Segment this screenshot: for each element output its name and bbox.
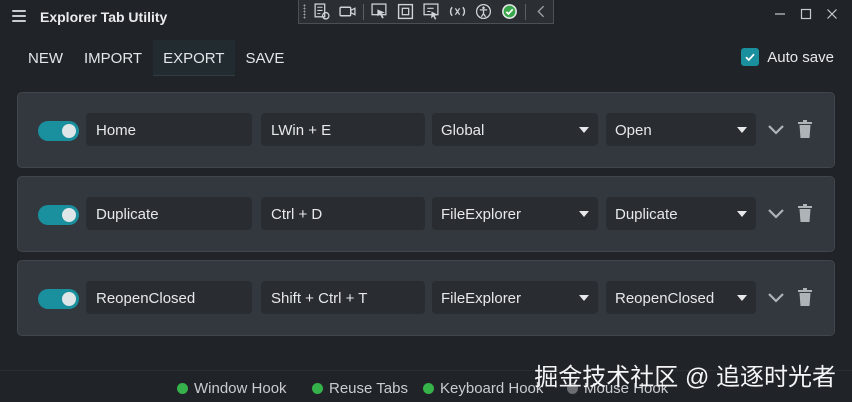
dropdown-arrow-icon <box>579 295 589 301</box>
status-label: Keyboard Hook <box>440 380 544 397</box>
enabled-toggle[interactable] <box>38 289 79 309</box>
action-dropdown[interactable]: Duplicate <box>606 197 756 230</box>
status-keyboard-hook: Keyboard Hook <box>423 380 543 397</box>
enabled-toggle[interactable] <box>38 121 79 141</box>
status-reuse-tabs: Reuse Tabs <box>312 380 408 397</box>
hotkey-keys-input[interactable]: LWin + E <box>261 113 425 146</box>
status-label: Window Hook <box>194 380 287 397</box>
delete-icon[interactable] <box>798 204 812 222</box>
dropdown-arrow-icon <box>579 211 589 217</box>
expand-chevron-icon[interactable] <box>767 122 785 136</box>
check-icon <box>745 53 755 62</box>
window-controls <box>774 8 838 20</box>
import-button[interactable]: IMPORT <box>74 40 153 76</box>
enabled-toggle[interactable] <box>38 205 79 225</box>
autosave-checkbox[interactable] <box>741 48 760 66</box>
title-bar: Explorer Tab Utility <box>0 0 852 34</box>
new-button[interactable]: NEW <box>18 40 74 76</box>
menu-bar: NEW IMPORT EXPORT SAVE <box>18 40 295 76</box>
layout-adorners-icon[interactable] <box>395 2 416 22</box>
video-record-icon[interactable] <box>337 2 358 22</box>
minimize-icon[interactable] <box>774 8 786 20</box>
expand-chevron-icon[interactable] <box>767 206 785 220</box>
autosave-label: Auto save <box>767 48 834 66</box>
expand-chevron-icon[interactable] <box>767 290 785 304</box>
status-dot-icon <box>312 383 323 394</box>
dropdown-arrow-icon <box>579 127 589 133</box>
hotkey-name-input[interactable]: Duplicate <box>86 197 252 230</box>
dropdown-arrow-icon <box>737 127 747 133</box>
hotkey-keys-input[interactable]: Ctrl + D <box>261 197 425 230</box>
track-focus-icon[interactable] <box>421 2 442 22</box>
scope-value: FileExplorer <box>441 290 522 307</box>
export-button[interactable]: EXPORT <box>153 40 236 76</box>
delete-icon[interactable] <box>798 120 812 138</box>
toolbar-grip-icon[interactable] <box>303 4 306 19</box>
scope-dropdown[interactable]: Global <box>432 113 598 146</box>
accessibility-icon[interactable] <box>473 2 494 22</box>
dropdown-arrow-icon <box>737 211 747 217</box>
binding-check-icon[interactable] <box>499 2 520 22</box>
select-element-icon[interactable] <box>311 2 332 22</box>
hotkey-name-input[interactable]: ReopenClosed <box>86 281 252 314</box>
status-dot-icon <box>423 383 434 394</box>
scope-dropdown[interactable]: FileExplorer <box>432 197 598 230</box>
action-value: ReopenClosed <box>615 290 715 307</box>
hotkey-keys-input[interactable]: Shift + Ctrl + T <box>261 281 425 314</box>
hotkey-name-input[interactable]: Home <box>86 113 252 146</box>
app-title: Explorer Tab Utility <box>40 9 168 25</box>
action-value: Duplicate <box>615 206 678 223</box>
hamburger-menu-icon[interactable] <box>12 10 26 22</box>
dropdown-arrow-icon <box>737 295 747 301</box>
toolbar-separator <box>525 3 526 20</box>
pointer-select-icon[interactable] <box>369 2 390 22</box>
collapse-chevron-icon[interactable] <box>531 2 552 22</box>
toolbar-separator <box>363 3 364 20</box>
scope-dropdown[interactable]: FileExplorer <box>432 281 598 314</box>
hotkey-card: ReopenClosed Shift + Ctrl + T FileExplor… <box>17 260 835 336</box>
action-dropdown[interactable]: ReopenClosed <box>606 281 756 314</box>
status-window-hook: Window Hook <box>177 380 287 397</box>
autosave-toggle[interactable]: Auto save <box>741 48 834 66</box>
save-button[interactable]: SAVE <box>235 40 295 76</box>
scope-value: Global <box>441 122 485 139</box>
maximize-icon[interactable] <box>800 8 812 20</box>
close-icon[interactable] <box>826 8 838 20</box>
delete-icon[interactable] <box>798 288 812 306</box>
status-label: Reuse Tabs <box>329 380 408 397</box>
action-dropdown[interactable]: Open <box>606 113 756 146</box>
hot-reload-icon[interactable] <box>447 2 468 22</box>
status-dot-icon <box>177 383 188 394</box>
hotkey-card: Duplicate Ctrl + D FileExplorer Duplicat… <box>17 176 835 252</box>
scope-value: FileExplorer <box>441 206 522 223</box>
action-value: Open <box>615 122 652 139</box>
debug-toolbar <box>298 0 554 24</box>
hotkey-card: Home LWin + E Global Open <box>17 92 835 168</box>
watermark: 掘金技术社区 @ 追逐时光者 <box>534 364 836 391</box>
